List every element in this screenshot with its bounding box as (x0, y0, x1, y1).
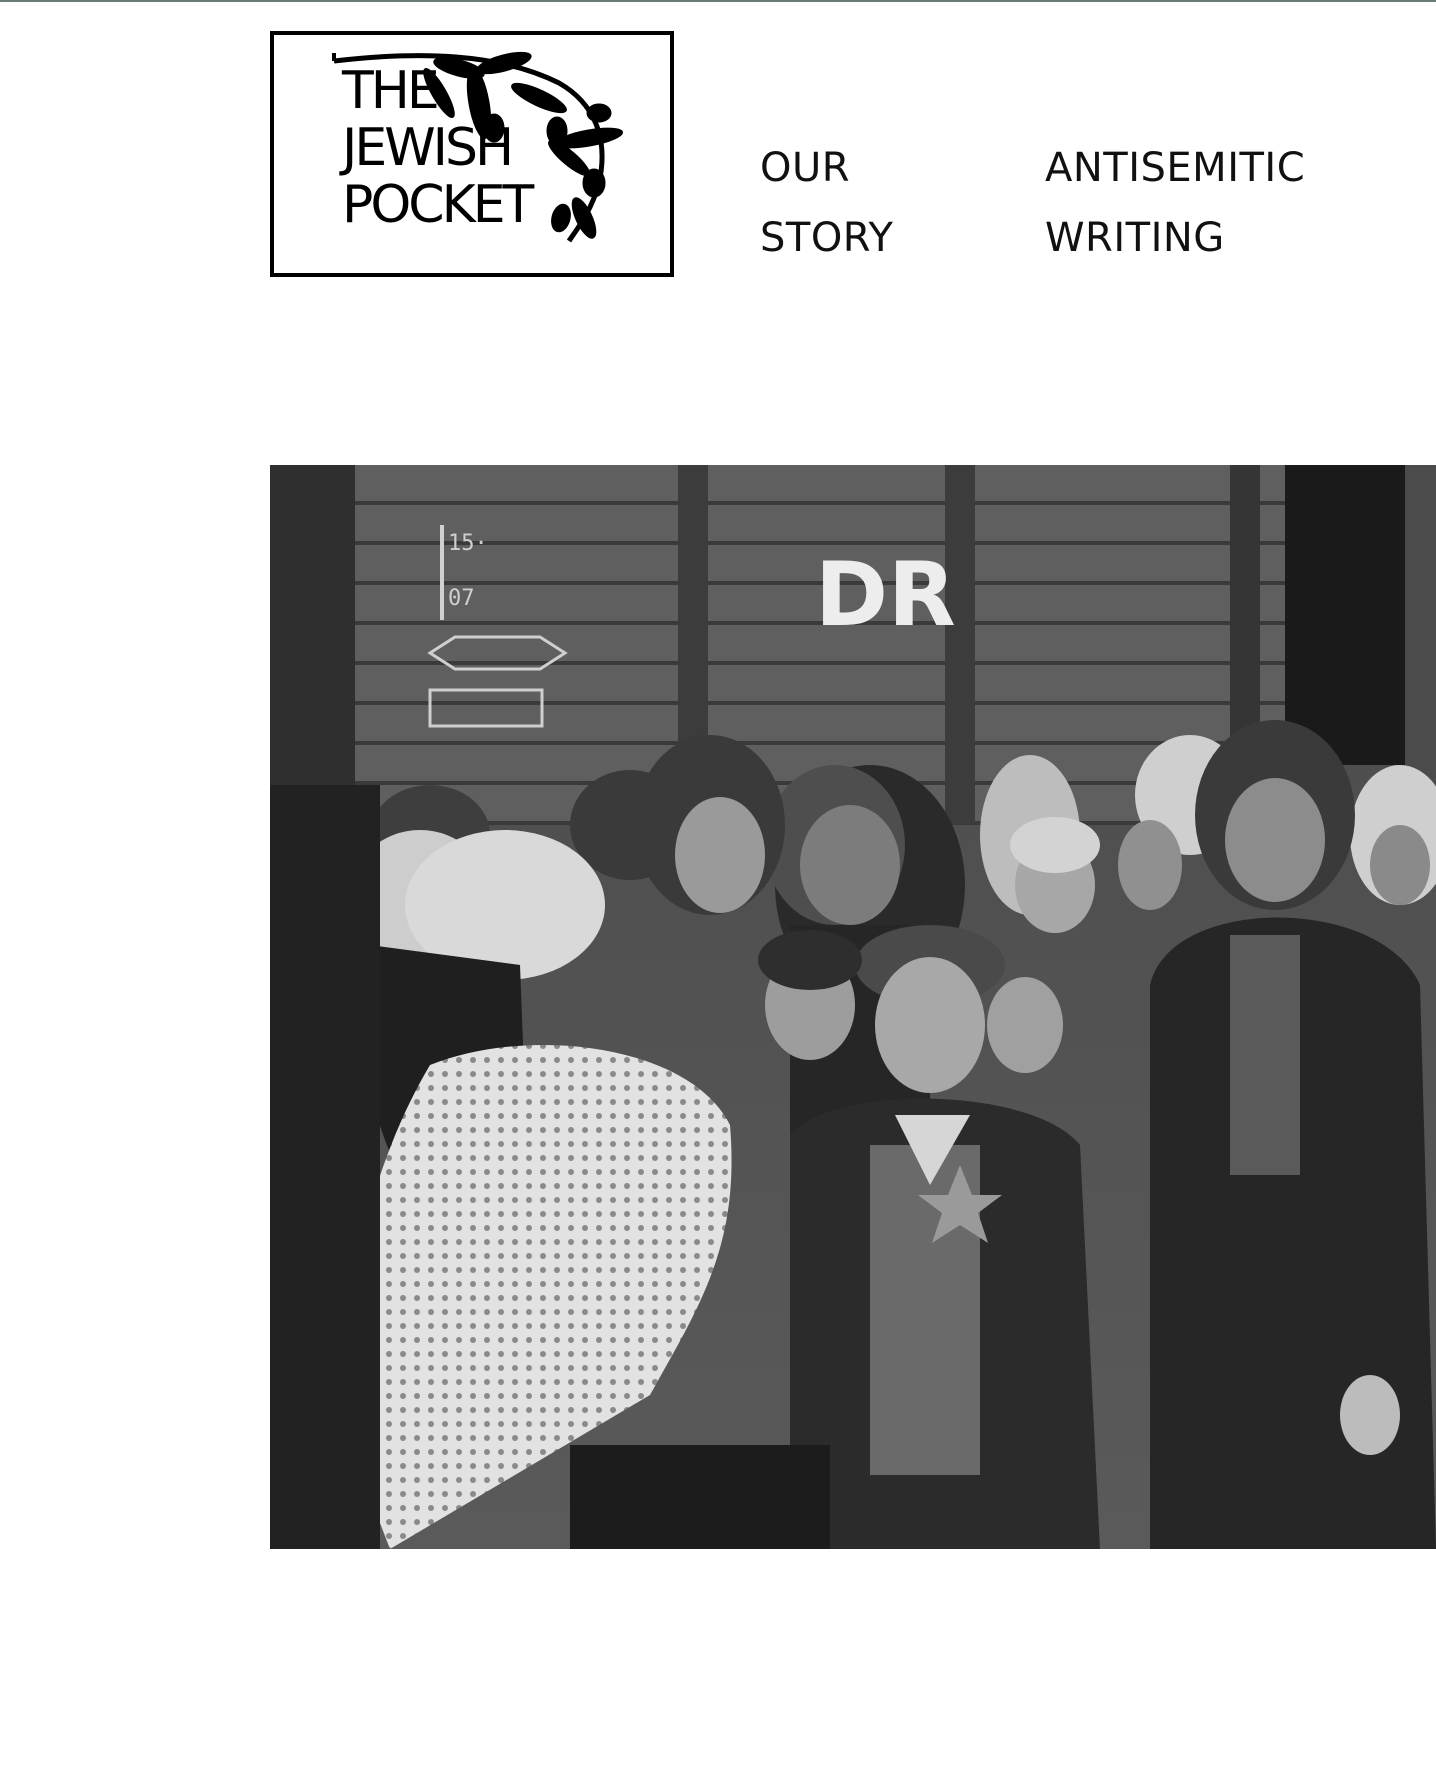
site-logo[interactable]: THE JEWISH POCKET (270, 31, 674, 277)
logo-line-jewish: JEWISH (342, 118, 514, 178)
nav-antisemitic-writing-line2: WRITING (1045, 215, 1225, 261)
logo-line-pocket: POCKET (342, 175, 534, 235)
train-marking: DR (815, 543, 956, 646)
nav-our-story[interactable]: OUR STORY (760, 133, 893, 273)
svg-text:15·: 15· (448, 531, 488, 556)
nav-our-story-line1: OUR (760, 145, 851, 191)
top-accent-bar (0, 0, 1436, 2)
logo-line-the: THE (342, 61, 440, 121)
nav-antisemitic-writing-line1: ANTISEMITIC (1045, 145, 1306, 191)
logo-wordmark: THE JEWISH POCKET (342, 61, 534, 235)
nav-antisemitic-writing[interactable]: ANTISEMITIC WRITING (1045, 133, 1305, 273)
hero-image: 15· 07 DR (270, 465, 1436, 1549)
nav-our-story-line2: STORY (760, 215, 894, 261)
svg-text:07: 07 (448, 586, 475, 611)
